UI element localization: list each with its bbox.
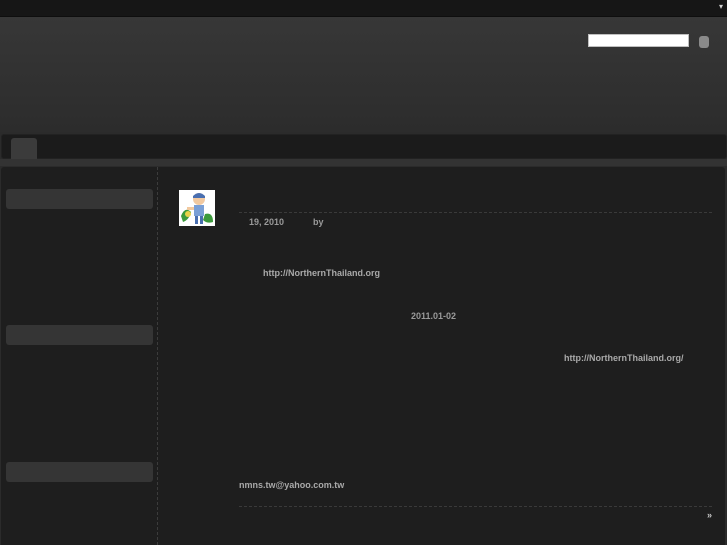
- search-input[interactable]: [588, 34, 689, 47]
- post-content: 19, 2010 by http://NorthernThailand.org …: [1, 167, 725, 545]
- read-more-link[interactable]: »: [707, 510, 712, 520]
- contact-email-link[interactable]: nmns.tw@yahoo.com.tw: [239, 480, 344, 490]
- main-navigation: [1, 134, 727, 159]
- sub-navigation-bar: [0, 159, 727, 166]
- post-link-northern-thailand-2[interactable]: http://NorthernThailand.org/: [564, 353, 684, 363]
- post-date-2: 2011.01-02: [411, 311, 457, 321]
- post-author-label: by: [313, 217, 324, 227]
- main-container: 19, 2010 by http://NorthernThailand.org …: [1, 167, 725, 545]
- top-bar: ▾: [0, 0, 727, 17]
- chevron-down-icon[interactable]: ▾: [719, 2, 723, 11]
- post-link-northern-thailand[interactable]: http://NorthernThailand.org: [263, 268, 380, 278]
- nav-home-tab[interactable]: [11, 138, 37, 159]
- cartoon-person-avatar-icon[interactable]: [179, 190, 215, 226]
- search-button[interactable]: [699, 36, 709, 48]
- post-date: 19, 2010: [249, 217, 285, 227]
- post-footer-divider: [239, 506, 712, 507]
- post-meta-divider: [239, 212, 712, 213]
